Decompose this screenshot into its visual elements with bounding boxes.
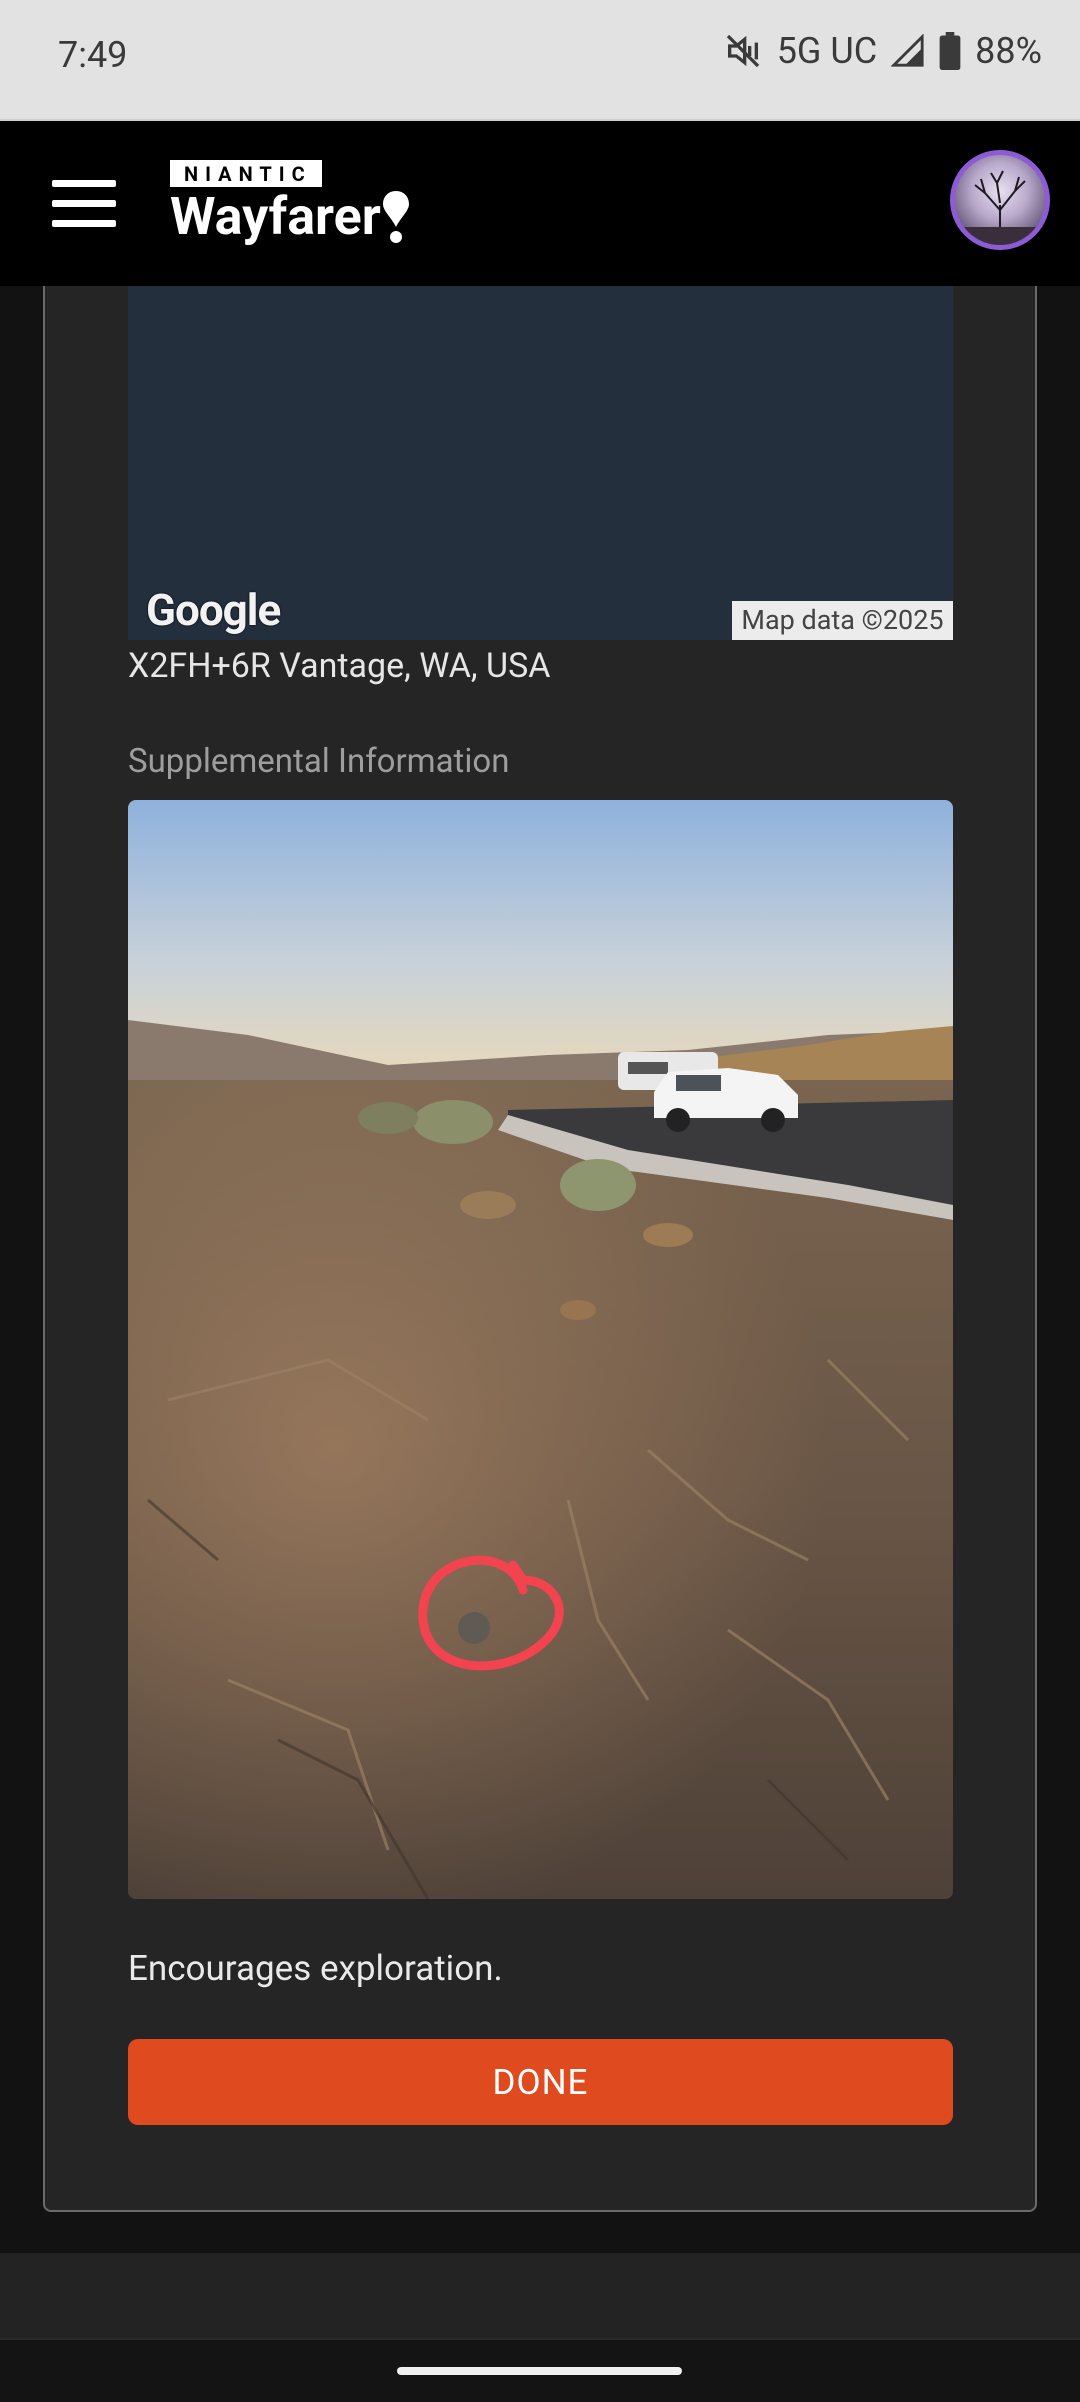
description-text: Encourages exploration. (128, 1948, 503, 1989)
done-button[interactable]: DONE (128, 2039, 953, 2125)
supplemental-heading: Supplemental Information (128, 742, 510, 781)
status-right: 5G UC 88% (723, 30, 1042, 72)
battery-label: 88% (975, 30, 1042, 72)
wayfarer-text: Wayfarer (170, 186, 381, 247)
profile-avatar[interactable] (950, 150, 1050, 250)
niantic-wordmark: NIANTIC (170, 160, 322, 187)
hamburger-icon[interactable] (52, 180, 116, 228)
mute-icon (723, 31, 763, 71)
location-address: X2FH+6R Vantage, WA, USA (128, 646, 551, 686)
wayfarer-wordmark: Wayfarer (170, 189, 409, 245)
location-pin-icon (382, 191, 409, 243)
app-header (0, 121, 1080, 286)
google-logo: Google (146, 584, 281, 636)
page-footer (0, 2253, 1080, 2338)
wayfarer-logo[interactable]: NIANTIC Wayfarer (170, 160, 409, 245)
supplemental-photo[interactable] (128, 800, 953, 1899)
status-bar: 7:49 5G UC 88% (0, 0, 1080, 121)
network-label: 5G UC (776, 30, 878, 72)
signal-icon (891, 34, 925, 68)
status-time: 7:49 (58, 34, 128, 76)
home-indicator[interactable] (397, 2367, 682, 2375)
map-copyright[interactable]: Map data ©2025 (732, 601, 953, 640)
battery-icon (939, 32, 961, 70)
